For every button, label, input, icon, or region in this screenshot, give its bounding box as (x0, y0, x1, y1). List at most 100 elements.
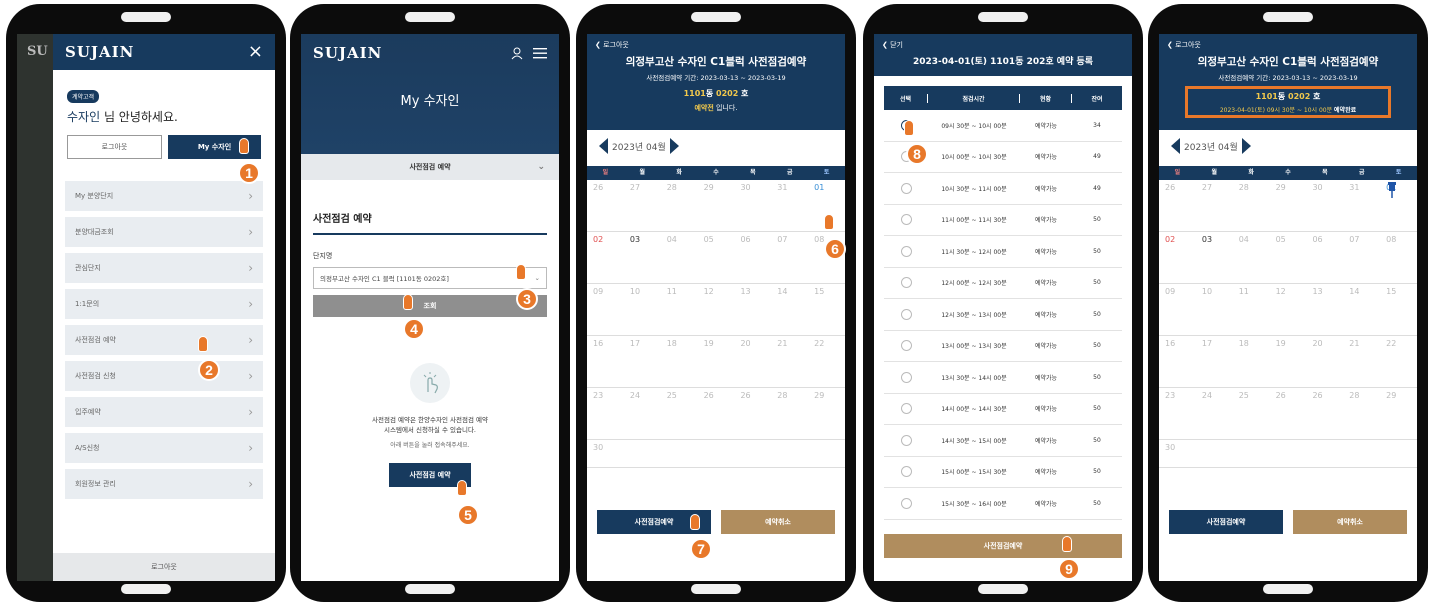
radio-button[interactable] (900, 403, 912, 415)
calendar-day[interactable]: 26 (698, 388, 735, 439)
submit-reservation-button[interactable]: 사전점검예약 (884, 534, 1122, 558)
menu-item[interactable]: A/S신청 › (65, 433, 263, 463)
calendar-day[interactable]: 02 (1159, 232, 1196, 283)
calendar-day[interactable]: 21 (1343, 336, 1380, 387)
calendar-day[interactable]: 19 (698, 336, 735, 387)
table-row[interactable]: 13시 30분 ~ 14시 00분 예약가능 50 (884, 362, 1122, 394)
calendar-day[interactable]: 02 (587, 232, 624, 283)
calendar-day[interactable]: 18 (1233, 336, 1270, 387)
calendar-day[interactable]: 15 (1380, 284, 1417, 335)
calendar-day[interactable]: 07 (1343, 232, 1380, 283)
calendar-day[interactable]: 17 (624, 336, 661, 387)
calendar-day[interactable]: 22 (808, 336, 845, 387)
next-month-icon[interactable] (1241, 138, 1251, 154)
calendar-day[interactable]: 17 (1196, 336, 1233, 387)
radio-button[interactable] (900, 497, 912, 509)
calendar-day[interactable]: 30 (1159, 440, 1196, 467)
calendar-day[interactable]: 12 (698, 284, 735, 335)
calendar-day[interactable]: 20 (1306, 336, 1343, 387)
calendar-day[interactable]: 11 (1233, 284, 1270, 335)
calendar-day[interactable]: 28 (771, 388, 808, 439)
next-month-icon[interactable] (669, 138, 679, 154)
calendar-day[interactable]: 14 (771, 284, 808, 335)
table-row[interactable]: 09시 30분 ~ 10시 00분 예약가능 34 (884, 110, 1122, 142)
table-row[interactable]: 10시 30분 ~ 11시 00분 예약가능 49 (884, 173, 1122, 205)
calendar-day[interactable]: 04 (1233, 232, 1270, 283)
calendar-day[interactable]: 23 (587, 388, 624, 439)
calendar-day[interactable]: 16 (587, 336, 624, 387)
back-link[interactable]: ❮ 로그아웃 (1167, 40, 1409, 50)
calendar-day[interactable]: 26 (587, 180, 624, 231)
calendar-day[interactable]: 26 (1270, 388, 1307, 439)
calendar-day[interactable]: 29 (1270, 180, 1307, 231)
cancel-reservation-button[interactable]: 예약취소 (721, 510, 835, 534)
table-row[interactable]: 15시 00분 ~ 15시 30분 예약가능 50 (884, 457, 1122, 488)
calendar-day[interactable]: 05 (698, 232, 735, 283)
calendar-day[interactable]: 15 (808, 284, 845, 335)
calendar-day[interactable]: 26 (734, 388, 771, 439)
radio-button[interactable] (900, 245, 912, 257)
menu-item[interactable]: 분양대금조회 › (65, 217, 263, 247)
radio-button[interactable] (900, 277, 912, 289)
calendar-day[interactable]: 30 (734, 180, 771, 231)
menu-item[interactable]: 회원정보 관리 › (65, 469, 263, 499)
calendar-day[interactable]: 27 (624, 180, 661, 231)
back-link[interactable]: ❮ 로그아웃 (595, 40, 837, 50)
menu-item[interactable]: 사전점검 신청 › (65, 361, 263, 391)
prev-month-icon[interactable] (1171, 138, 1180, 154)
calendar-day[interactable]: 18 (661, 336, 698, 387)
hamburger-menu-icon[interactable] (533, 47, 547, 59)
calendar-day[interactable]: 26 (1306, 388, 1343, 439)
calendar-day[interactable]: 08 (1380, 232, 1417, 283)
calendar-day[interactable]: 06 (734, 232, 771, 283)
calendar-day[interactable]: 31 (771, 180, 808, 231)
calendar-day[interactable]: 14 (1343, 284, 1380, 335)
radio-button[interactable] (900, 371, 912, 383)
calendar-day[interactable]: 21 (771, 336, 808, 387)
menu-item[interactable]: My 분양단지 › (65, 181, 263, 211)
table-row[interactable]: 14시 30분 ~ 15시 00분 예약가능 50 (884, 425, 1122, 457)
calendar-day[interactable]: 13 (1306, 284, 1343, 335)
menu-item[interactable]: 1:1문의 › (65, 289, 263, 319)
calendar-day[interactable]: 29 (808, 388, 845, 439)
calendar-day[interactable]: 13 (734, 284, 771, 335)
prev-month-icon[interactable] (599, 138, 608, 154)
cancel-reservation-button[interactable]: 예약취소 (1293, 510, 1407, 534)
table-row[interactable]: 15시 30분 ~ 16시 00분 예약가능 50 (884, 488, 1122, 520)
table-row[interactable]: 13시 00분 ~ 13시 30분 예약가능 50 (884, 331, 1122, 362)
calendar-day[interactable]: 09 (587, 284, 624, 335)
calendar-day[interactable]: 29 (1380, 388, 1417, 439)
calendar-day[interactable]: 28 (1233, 180, 1270, 231)
calendar-day[interactable]: 19 (1270, 336, 1307, 387)
calendar-day[interactable]: 07 (771, 232, 808, 283)
table-row[interactable]: 12시 00분 ~ 12시 30분 예약가능 50 (884, 268, 1122, 299)
radio-button[interactable] (900, 214, 912, 226)
calendar-day[interactable]: 31 (1343, 180, 1380, 231)
complex-select[interactable]: 의정부고산 수자인 C1 블럭 [1101동 0202호] ⌄ (313, 267, 547, 289)
calendar-day[interactable]: 22 (1380, 336, 1417, 387)
calendar-day[interactable]: 29 (698, 180, 735, 231)
table-row[interactable]: 11시 00분 ~ 11시 30분 예약가능 50 (884, 205, 1122, 236)
calendar-day[interactable]: 27 (1196, 180, 1233, 231)
search-button[interactable]: 조회 (313, 295, 547, 317)
close-icon[interactable]: × (248, 43, 263, 61)
user-icon[interactable] (511, 47, 523, 60)
calendar-day[interactable]: 24 (1196, 388, 1233, 439)
radio-button[interactable] (900, 466, 912, 478)
calendar-day[interactable]: 04 (661, 232, 698, 283)
calendar-day[interactable]: 03 (1196, 232, 1233, 283)
calendar-day[interactable]: 03 (624, 232, 661, 283)
table-row[interactable]: 11시 30분 ~ 12시 00분 예약가능 50 (884, 236, 1122, 268)
menu-item[interactable]: 입주예약 › (65, 397, 263, 427)
calendar-day[interactable]: 10 (624, 284, 661, 335)
calendar-day[interactable]: 30 (587, 440, 624, 467)
radio-button[interactable] (900, 340, 912, 352)
calendar-day[interactable]: 06 (1306, 232, 1343, 283)
calendar-day[interactable]: 24 (624, 388, 661, 439)
calendar-day[interactable]: 05 (1270, 232, 1307, 283)
radio-button[interactable] (900, 434, 912, 446)
calendar-day[interactable]: 26 (1159, 180, 1196, 231)
calendar-day[interactable]: 09 (1159, 284, 1196, 335)
logout-button[interactable]: 로그아웃 (67, 135, 162, 159)
calendar-day[interactable]: 25 (1233, 388, 1270, 439)
